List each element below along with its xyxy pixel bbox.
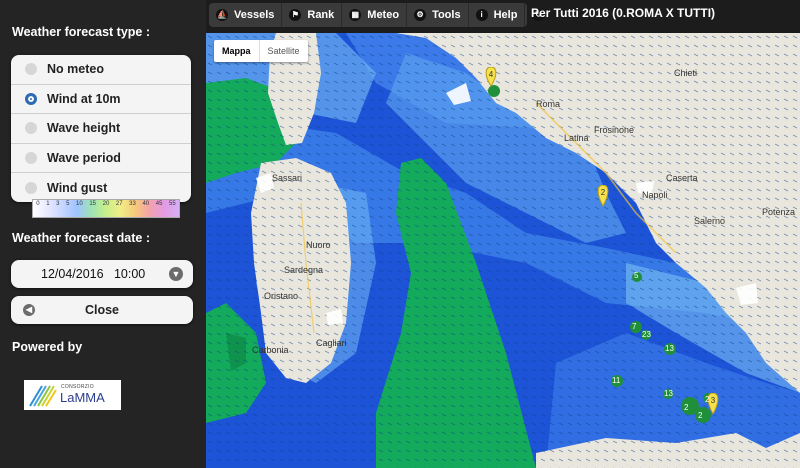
region-sardegna: Sardegna [284, 265, 324, 275]
meteo-button[interactable]: ▦ Meteo [342, 3, 408, 27]
option-wind-10m[interactable]: Wind at 10m [11, 85, 191, 115]
vessel-badge[interactable]: 2 [698, 411, 702, 420]
city-frosinone: Frosinone [594, 125, 635, 135]
map-type-control: Mappa Satellite [214, 40, 308, 62]
gear-icon: ⚙ [414, 9, 427, 21]
sidebar: Weather forecast type : No meteo Wind at… [0, 0, 206, 468]
race-title: Per Tutti 2016 (0.ROMA X TUTTI) [531, 6, 716, 20]
vessel-badge[interactable]: 13 [664, 389, 673, 398]
vessel-badge[interactable]: 11 [612, 376, 620, 385]
vessel-badge[interactable]: 7 [632, 322, 636, 331]
info-icon: i [475, 9, 488, 21]
city-roma: Roma [536, 99, 561, 109]
lamma-logo-icon [29, 385, 57, 407]
city-cagliari: Cagliari [316, 338, 347, 348]
radio-unchecked-icon [25, 152, 37, 165]
tools-button[interactable]: ⚙ Tools [407, 3, 469, 27]
forecast-date-title: Weather forecast date : [12, 231, 151, 245]
chevron-down-icon: ▼ [169, 267, 183, 281]
option-wind-gust[interactable]: Wind gust [11, 173, 191, 202]
svg-text:2: 2 [601, 188, 606, 197]
maptype-satellite-button[interactable]: Satellite [260, 40, 308, 62]
forecast-type-options: No meteo Wind at 10m Wave height Wave pe… [11, 55, 191, 202]
maptype-map-button[interactable]: Mappa [214, 40, 260, 62]
city-oristano: Oristano [264, 291, 299, 301]
vessel-badge[interactable]: 23 [642, 330, 651, 339]
city-carbonia: Carbonia [252, 345, 289, 355]
weather-map[interactable]: Roma Napoli Latina Frosinone Sassari Nuo… [206, 33, 800, 468]
city-chieti: Chieti [674, 68, 698, 78]
grid-icon: ▦ [349, 9, 362, 21]
radio-unchecked-icon [25, 63, 37, 76]
forecast-type-title: Weather forecast type : [12, 25, 151, 39]
wind-color-legend: 0 1 3 5 10 15 20 27 33 40 45 55 [32, 199, 180, 218]
radio-unchecked-icon [25, 122, 37, 135]
vessel-badge[interactable]: 13 [665, 344, 674, 353]
close-circle-icon: ◀ [23, 304, 35, 316]
city-caserta: Caserta [666, 173, 698, 183]
city-latina: Latina [564, 133, 589, 143]
close-button[interactable]: ◀ Close [11, 296, 193, 324]
vessel-badge[interactable]: 5 [634, 271, 638, 280]
city-potenza: Potenza [762, 207, 796, 217]
toolbar: ⛵ Vessels ⚑ Rank ▦ Meteo ⚙ Tools i Help ↻ [209, 3, 545, 27]
vessels-button[interactable]: ⛵ Vessels [209, 3, 283, 27]
option-no-meteo[interactable]: No meteo [11, 55, 191, 85]
powered-by-label: Powered by [12, 340, 83, 354]
option-wave-period[interactable]: Wave period [11, 144, 191, 174]
svg-text:3: 3 [711, 396, 716, 405]
city-sassari: Sassari [272, 173, 303, 183]
trophy-icon: ⚑ [289, 9, 302, 21]
radio-unchecked-icon [25, 181, 37, 194]
option-wave-height[interactable]: Wave height [11, 114, 191, 144]
help-button[interactable]: i Help [469, 3, 526, 27]
sailboat-icon: ⛵ [216, 9, 228, 21]
forecast-date-select[interactable]: 12/04/2016 10:00 ▼ [11, 260, 193, 288]
city-napoli: Napoli [642, 190, 668, 200]
rank-button[interactable]: ⚑ Rank [282, 3, 343, 27]
lamma-logo[interactable]: CONSORZIO LaMMA [24, 380, 121, 410]
vessel-badge[interactable]: 2 [684, 403, 688, 412]
vessel-badge[interactable]: 2 [705, 395, 709, 404]
city-salerno: Salerno [694, 216, 726, 226]
radio-checked-icon [25, 92, 37, 105]
city-nuoro: Nuoro [306, 240, 331, 250]
svg-text:4: 4 [489, 70, 494, 79]
